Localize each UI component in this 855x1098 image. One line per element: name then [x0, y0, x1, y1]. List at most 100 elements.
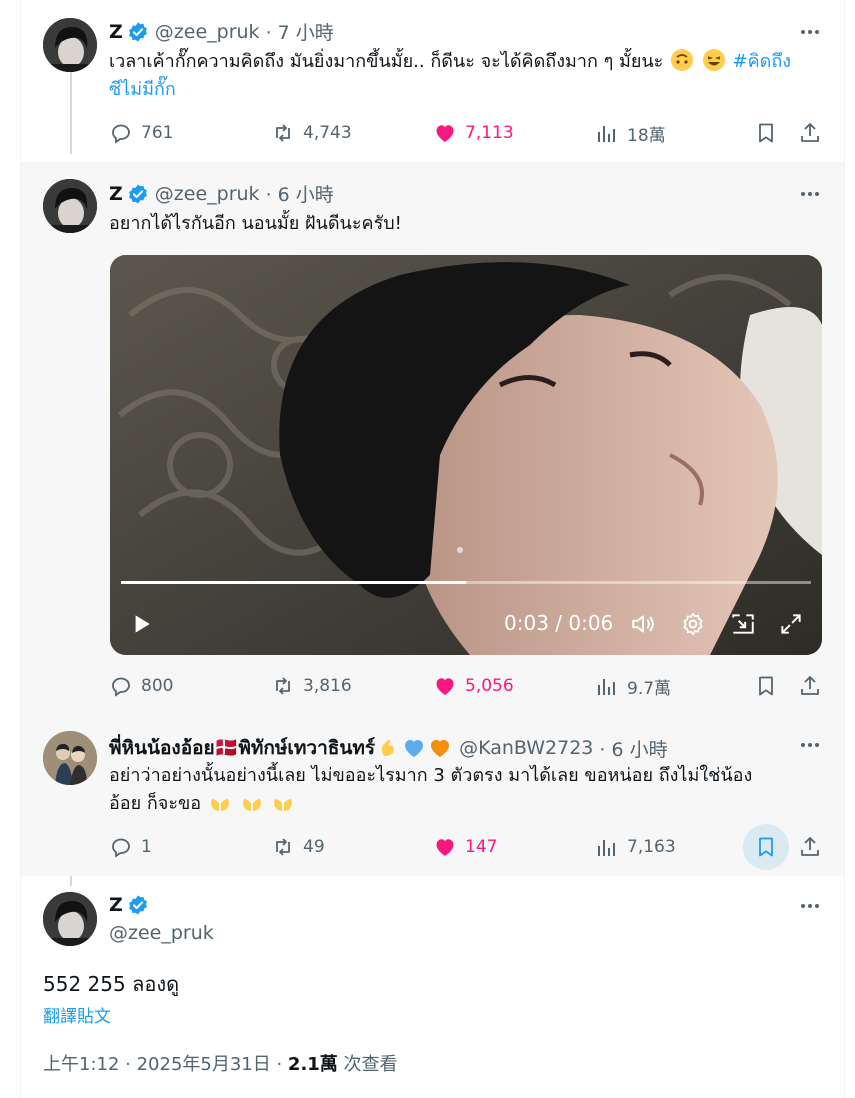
tweet-text: อยากได้ไรกันอีก นอนมั้ย ฝันดีนะครับ! — [109, 213, 402, 234]
views-count: 7,163 — [627, 837, 676, 857]
bookmark-button[interactable] — [751, 118, 781, 148]
video-player[interactable]: 0:03 / 0:06 — [110, 255, 822, 655]
video-time: 0:03 / 0:06 — [504, 611, 614, 635]
video-progress-bar[interactable] — [121, 581, 811, 584]
views-count: 9.7萬 — [627, 678, 672, 699]
repost-button[interactable]: 4,743 — [271, 118, 352, 148]
avatar[interactable] — [43, 892, 97, 946]
timeline-column: Z @zee_pruk · 7 小時 เวลาเค้ากั๊กความคิดถึ… — [20, 0, 845, 1098]
palms-up-emoji — [271, 790, 295, 814]
author-name[interactable]: Z — [109, 894, 123, 916]
repost-icon — [276, 677, 290, 695]
repost-icon — [276, 124, 290, 142]
like-button[interactable]: 147 — [433, 832, 497, 862]
reply-icon — [112, 124, 130, 144]
tweet[interactable]: พี่หินน้องอ้อย🇩🇰พิทักษ์เทวาธินทร์ @KanBW… — [21, 714, 844, 876]
reply-icon — [112, 838, 130, 858]
tweet-timestamp[interactable]: 上午1:12 · 2025年5月31日 · — [43, 1054, 288, 1075]
bookmark-icon — [759, 837, 773, 857]
tweet-text: เวลาเค้ากั๊กความคิดถึง มันยิ่งมากขึ้นมั้… — [109, 48, 829, 104]
tweet-actions: 800 3,816 5,056 9.7萬 — [109, 671, 829, 701]
tweet-time[interactable]: · 6 小時 — [599, 735, 667, 762]
hashtag-link[interactable]: #คิดถึง — [733, 51, 792, 72]
repost-count: 3,816 — [303, 676, 352, 696]
more-options-icon[interactable] — [798, 182, 822, 206]
share-icon — [801, 676, 819, 695]
views-label: 次查看 — [337, 1054, 398, 1075]
hashtag-link-continued[interactable]: ซีไม่มีกั๊ก — [109, 79, 176, 100]
more-options-icon[interactable] — [798, 733, 822, 757]
tweet-time[interactable]: · 7 小時 — [266, 18, 334, 45]
verified-badge-icon — [127, 183, 149, 205]
reply-button[interactable]: 800 — [109, 671, 173, 701]
bookmark-button[interactable] — [743, 824, 789, 870]
tweet-text: อย่าว่าอย่างนั้นอย่างนี้เลย ไม่ขออะไรมาก… — [109, 762, 829, 818]
picture-in-picture-icon — [732, 614, 754, 634]
repost-count: 4,743 — [303, 123, 352, 143]
bookmark-icon — [759, 123, 773, 143]
palms-up-emoji — [208, 790, 232, 814]
views-count: 18萬 — [627, 125, 666, 146]
repost-button[interactable]: 49 — [271, 832, 325, 862]
repost-button[interactable]: 3,816 — [271, 671, 352, 701]
author-name[interactable]: Z — [109, 21, 123, 43]
grinning-squinting-face-emoji — [702, 48, 726, 72]
tweet-actions: 1 49 147 7,163 — [109, 824, 829, 870]
share-icon — [801, 837, 819, 856]
repost-count: 49 — [303, 837, 325, 857]
like-count: 7,113 — [465, 123, 514, 143]
like-count: 5,056 — [465, 676, 514, 696]
play-icon — [135, 615, 150, 633]
avatar[interactable] — [43, 179, 97, 233]
reply-button[interactable]: 761 — [109, 118, 173, 148]
share-icon — [801, 123, 819, 142]
video-progress-fill — [121, 581, 466, 584]
like-button[interactable]: 7,113 — [433, 118, 514, 148]
views-button[interactable]: 18萬 — [595, 118, 666, 148]
picture-in-picture-button[interactable] — [726, 607, 760, 641]
gear-icon — [683, 612, 703, 636]
reply-count: 1 — [141, 837, 152, 857]
tweet-text-body: เวลาเค้ากั๊กความคิดถึง มันยิ่งมากขึ้นมั้… — [109, 51, 664, 72]
reply-button[interactable]: 1 — [109, 832, 152, 862]
translate-link[interactable]: 翻譯貼文 — [43, 1002, 111, 1027]
settings-button[interactable] — [676, 607, 710, 641]
analytics-icon — [598, 126, 615, 142]
author-handle[interactable]: @zee_pruk — [155, 21, 260, 43]
author-name[interactable]: Z — [109, 183, 123, 205]
tweet-time[interactable]: · 6 小時 — [266, 180, 334, 207]
volume-button[interactable] — [626, 607, 660, 641]
author-name[interactable]: พี่หินน้องอ้อย🇩🇰พิทักษ์เทวาธินทร์ — [109, 733, 375, 763]
tweet[interactable]: Z @zee_pruk · 6 小時 อยากได้ไรกันอีก นอนมั… — [21, 162, 844, 714]
more-options-icon[interactable] — [798, 20, 822, 44]
author-handle[interactable]: @zee_pruk — [155, 183, 260, 205]
more-options-icon[interactable] — [798, 894, 822, 918]
author-handle[interactable]: @KanBW2723 — [459, 737, 593, 759]
expand-icon — [781, 614, 801, 634]
views-button[interactable]: 9.7萬 — [595, 671, 671, 701]
share-button[interactable] — [795, 118, 825, 148]
avatar[interactable] — [43, 18, 97, 72]
author-handle[interactable]: @zee_pruk — [109, 922, 214, 944]
tweet[interactable]: Z @zee_pruk · 7 小時 เวลาเค้ากั๊กความคิดถึ… — [21, 0, 844, 162]
avatar[interactable] — [43, 731, 97, 785]
heart-filled-icon — [436, 678, 454, 695]
pinching-hand-emoji — [376, 736, 400, 760]
like-button[interactable]: 5,056 — [433, 671, 514, 701]
heart-filled-icon — [436, 839, 454, 856]
analytics-icon — [598, 679, 615, 695]
total-views-count: 2.1萬 — [287, 1054, 338, 1075]
views-button[interactable]: 7,163 — [595, 832, 676, 862]
bookmark-button[interactable] — [751, 671, 781, 701]
like-count: 147 — [465, 837, 498, 857]
reply-count: 761 — [141, 123, 174, 143]
share-button[interactable] — [795, 671, 825, 701]
orange-heart-emoji — [428, 736, 452, 760]
tweet-actions: 761 4,743 7,113 18萬 — [109, 118, 829, 148]
play-button[interactable] — [126, 607, 156, 641]
tweet-text-line: อ้อย ก็จะขอ — [109, 793, 202, 814]
share-button[interactable] — [795, 832, 825, 862]
fullscreen-button[interactable] — [774, 607, 808, 641]
reply-icon — [112, 677, 130, 697]
video-frame — [110, 255, 822, 655]
